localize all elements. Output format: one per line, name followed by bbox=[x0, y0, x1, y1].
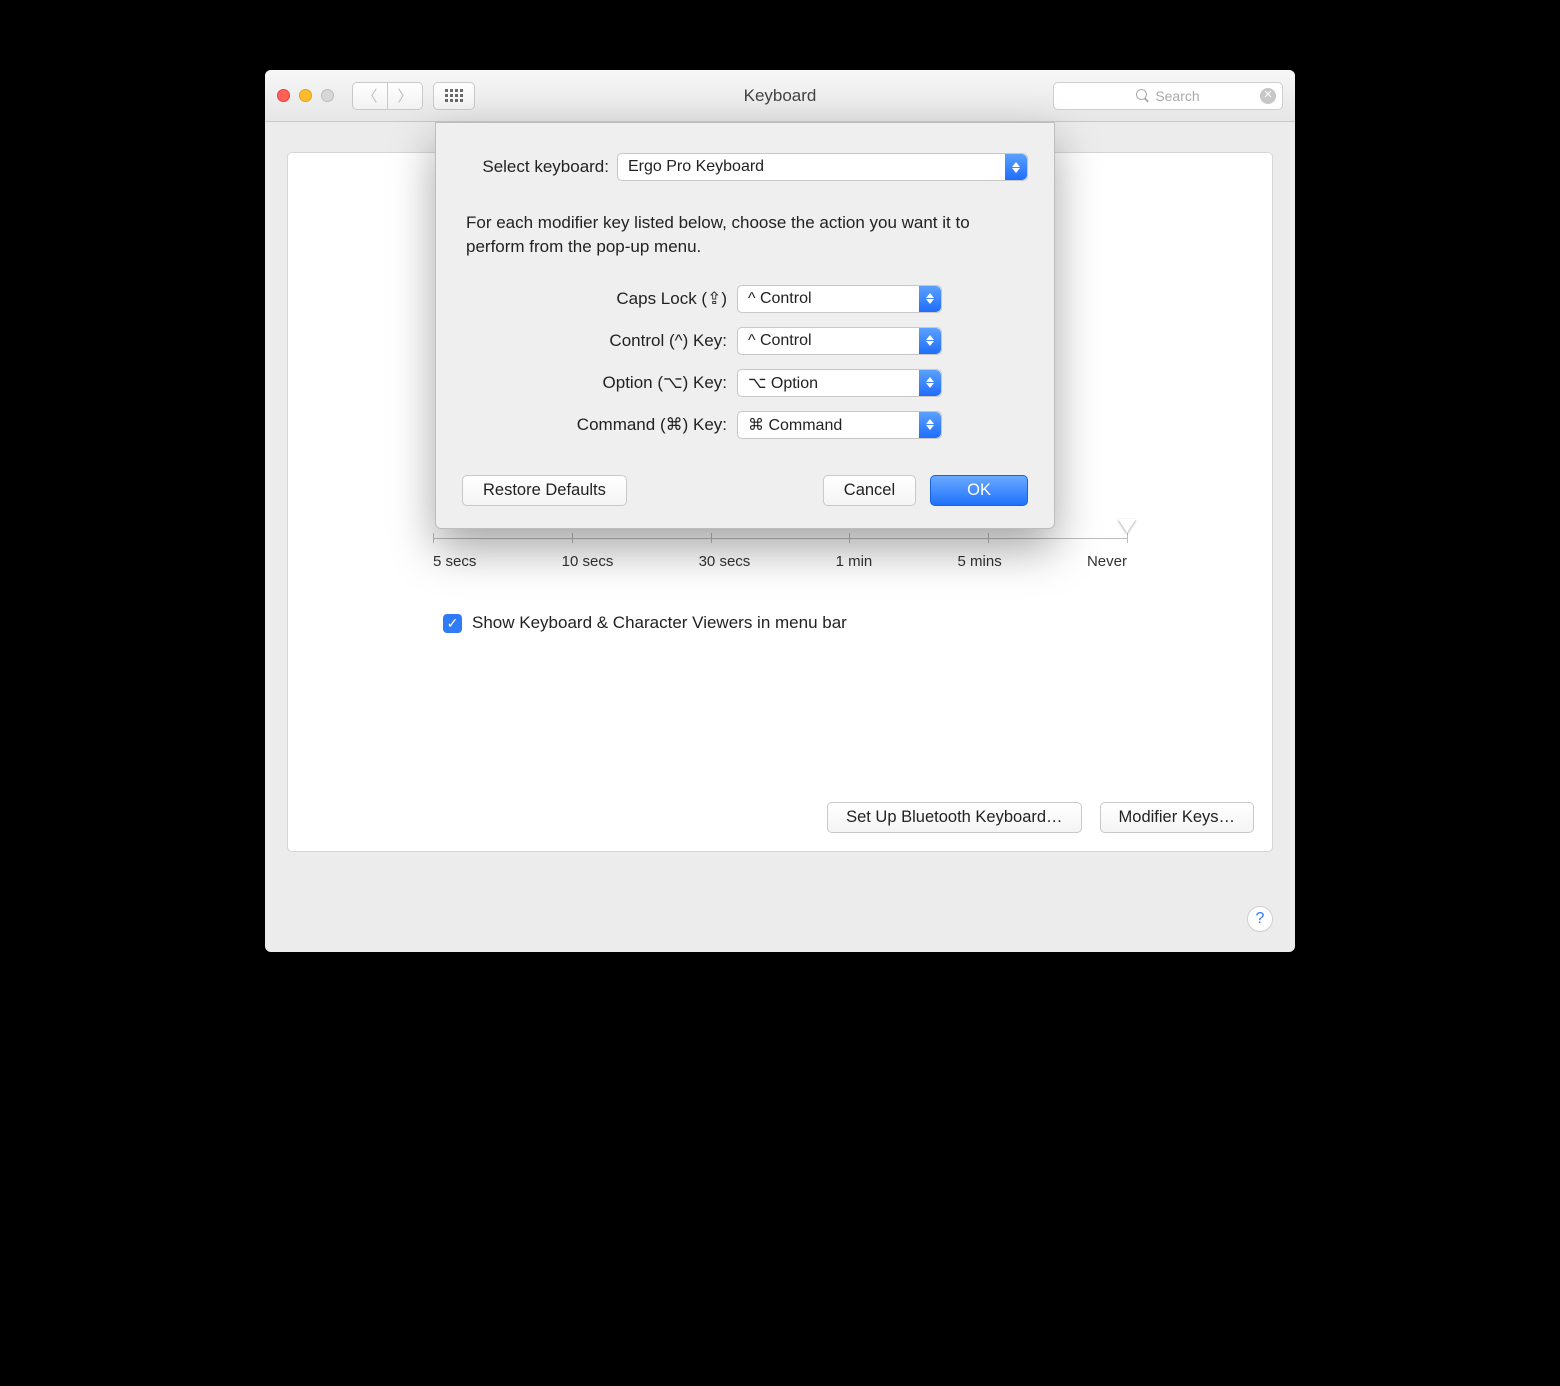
delay-slider[interactable]: 5 secs 10 secs 30 secs 1 min 5 mins Neve… bbox=[433, 538, 1127, 570]
option-label: Option (⌥) Key: bbox=[462, 373, 737, 393]
dropdown-arrows-icon bbox=[1005, 154, 1027, 180]
dropdown-arrows-icon bbox=[919, 286, 941, 312]
control-label: Control (^) Key: bbox=[462, 331, 737, 351]
command-row: Command (⌘) Key: ⌘ Command bbox=[462, 411, 1028, 439]
select-keyboard-label: Select keyboard: bbox=[462, 157, 617, 177]
modifier-keys-sheet: Select keyboard: Ergo Pro Keyboard For e… bbox=[435, 122, 1055, 529]
back-button[interactable]: 〈 bbox=[352, 82, 388, 110]
minimize-window-button[interactable] bbox=[299, 89, 312, 102]
search-input[interactable]: Search ✕ bbox=[1053, 82, 1283, 110]
restore-defaults-button[interactable]: Restore Defaults bbox=[462, 475, 627, 506]
slider-label: 5 mins bbox=[958, 553, 1002, 570]
close-window-button[interactable] bbox=[277, 89, 290, 102]
sheet-buttons: Restore Defaults Cancel OK bbox=[462, 475, 1028, 506]
select-keyboard-row: Select keyboard: Ergo Pro Keyboard bbox=[462, 153, 1028, 181]
slider-label: Never bbox=[1087, 553, 1127, 570]
ok-button[interactable]: OK bbox=[930, 475, 1028, 506]
command-value: ⌘ Command bbox=[748, 415, 842, 435]
sheet-description: For each modifier key listed below, choo… bbox=[466, 211, 1024, 259]
chevron-right-icon: 〉 bbox=[397, 85, 412, 106]
dropdown-arrows-icon bbox=[919, 370, 941, 396]
dropdown-arrows-icon bbox=[919, 328, 941, 354]
slider-thumb[interactable] bbox=[1118, 519, 1136, 541]
preferences-window: 〈 〉 Keyboard Search ✕ bbox=[265, 70, 1295, 952]
capslock-value: ^ Control bbox=[748, 290, 812, 308]
modifier-keys-button[interactable]: Modifier Keys… bbox=[1100, 802, 1254, 833]
capslock-dropdown[interactable]: ^ Control bbox=[737, 285, 942, 313]
nav-buttons: 〈 〉 bbox=[352, 82, 423, 110]
show-all-button[interactable] bbox=[433, 82, 475, 110]
show-viewers-row: ✓ Show Keyboard & Character Viewers in m… bbox=[443, 613, 847, 633]
search-icon bbox=[1136, 89, 1149, 102]
command-label: Command (⌘) Key: bbox=[462, 415, 737, 435]
check-icon: ✓ bbox=[447, 615, 459, 632]
panel-bottom-buttons: Set Up Bluetooth Keyboard… Modifier Keys… bbox=[827, 802, 1254, 833]
dropdown-arrows-icon bbox=[919, 412, 941, 438]
show-viewers-label: Show Keyboard & Character Viewers in men… bbox=[472, 613, 847, 633]
search-placeholder: Search bbox=[1155, 88, 1199, 104]
option-dropdown[interactable]: ⌥ Option bbox=[737, 369, 942, 397]
cancel-button[interactable]: Cancel bbox=[823, 475, 916, 506]
forward-button[interactable]: 〉 bbox=[387, 82, 423, 110]
control-value: ^ Control bbox=[748, 332, 812, 350]
slider-label: 10 secs bbox=[562, 553, 614, 570]
option-row: Option (⌥) Key: ⌥ Option bbox=[462, 369, 1028, 397]
slider-track bbox=[433, 538, 1127, 539]
select-keyboard-dropdown[interactable]: Ergo Pro Keyboard bbox=[617, 153, 1028, 181]
slider-label: 5 secs bbox=[433, 553, 476, 570]
help-icon: ? bbox=[1256, 910, 1265, 928]
control-row: Control (^) Key: ^ Control bbox=[462, 327, 1028, 355]
traffic-lights bbox=[277, 89, 334, 102]
slider-label: 30 secs bbox=[699, 553, 751, 570]
control-dropdown[interactable]: ^ Control bbox=[737, 327, 942, 355]
help-button[interactable]: ? bbox=[1247, 906, 1273, 932]
setup-bluetooth-button[interactable]: Set Up Bluetooth Keyboard… bbox=[827, 802, 1081, 833]
capslock-row: Caps Lock (⇪) ^ Control bbox=[462, 285, 1028, 313]
clear-search-button[interactable]: ✕ bbox=[1260, 88, 1276, 104]
capslock-label: Caps Lock (⇪) bbox=[462, 289, 737, 309]
slider-label: 1 min bbox=[836, 553, 873, 570]
grid-icon bbox=[445, 89, 463, 102]
select-keyboard-value: Ergo Pro Keyboard bbox=[628, 158, 764, 176]
slider-labels: 5 secs 10 secs 30 secs 1 min 5 mins Neve… bbox=[433, 553, 1127, 570]
chevron-left-icon: 〈 bbox=[362, 85, 377, 106]
command-dropdown[interactable]: ⌘ Command bbox=[737, 411, 942, 439]
show-viewers-checkbox[interactable]: ✓ bbox=[443, 614, 462, 633]
zoom-window-button[interactable] bbox=[321, 89, 334, 102]
option-value: ⌥ Option bbox=[748, 373, 818, 393]
titlebar: 〈 〉 Keyboard Search ✕ bbox=[265, 70, 1295, 122]
